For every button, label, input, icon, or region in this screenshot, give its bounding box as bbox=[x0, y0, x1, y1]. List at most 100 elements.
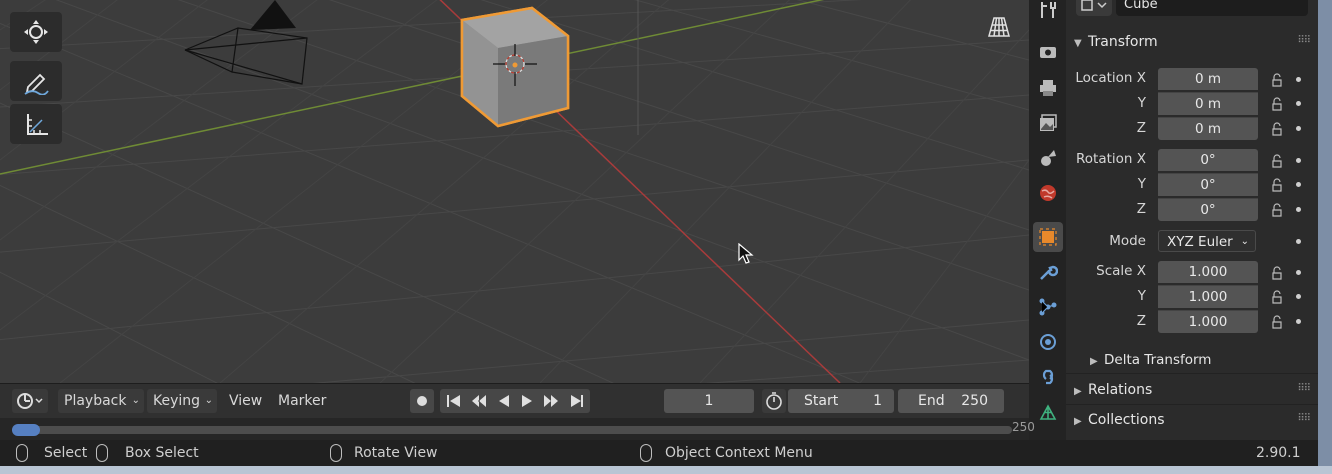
properties-panel: Cube ▼ Transform ⠿⠿ Location X 0 m Y 0 m … bbox=[1066, 0, 1318, 440]
keyframe-dot-icon[interactable] bbox=[1296, 101, 1301, 106]
rotation-x-label: Rotation X bbox=[1076, 151, 1146, 167]
collapsed-triangle-icon: ▶ bbox=[1074, 416, 1082, 427]
tab-data[interactable] bbox=[1033, 397, 1063, 427]
constraint-link-icon bbox=[1042, 369, 1054, 385]
tab-constraints[interactable] bbox=[1033, 362, 1063, 392]
lock-location-y-icon[interactable] bbox=[1270, 97, 1284, 111]
tab-scene[interactable] bbox=[1033, 143, 1063, 173]
tab-view-layer[interactable] bbox=[1033, 108, 1063, 138]
toggle-perspective-button[interactable] bbox=[982, 10, 1016, 44]
view-menu[interactable]: View bbox=[223, 389, 268, 413]
annotate-tool-button[interactable] bbox=[10, 61, 62, 101]
lock-rotation-y-icon[interactable] bbox=[1270, 178, 1284, 192]
rotation-y-field[interactable]: 0° bbox=[1158, 173, 1258, 196]
scale-x-field[interactable]: 1.000 bbox=[1158, 261, 1258, 283]
object-type-dropdown[interactable] bbox=[1076, 0, 1112, 16]
tab-render[interactable] bbox=[1033, 37, 1063, 67]
keyframe-dot-icon[interactable] bbox=[1296, 77, 1301, 82]
location-x-label: Location X bbox=[1075, 70, 1146, 86]
3d-viewport[interactable] bbox=[0, 0, 1029, 383]
drag-grip-icon[interactable]: ⠿⠿ bbox=[1297, 383, 1311, 394]
tab-object[interactable] bbox=[1033, 222, 1063, 252]
particles-icon bbox=[1039, 298, 1057, 316]
relations-header[interactable]: ▶ Relations bbox=[1074, 377, 1310, 403]
keyframe-dot-icon[interactable] bbox=[1296, 270, 1301, 275]
object-square-icon bbox=[1039, 228, 1057, 246]
editor-type-dropdown[interactable] bbox=[12, 389, 48, 413]
expanded-triangle-icon: ▼ bbox=[1074, 38, 1082, 49]
lock-scale-y-icon[interactable] bbox=[1270, 290, 1284, 304]
lock-rotation-x-icon[interactable] bbox=[1270, 154, 1284, 168]
mouse-right-icon bbox=[640, 444, 652, 462]
mouse-drag-icon bbox=[96, 444, 108, 462]
object-dropdown-icon bbox=[1081, 0, 1107, 11]
transform-section-header[interactable]: ▼ Transform bbox=[1074, 29, 1310, 55]
physics-orbit-icon bbox=[1040, 334, 1056, 350]
move-icon bbox=[24, 20, 48, 44]
playback-menu[interactable]: Playback ⌄ bbox=[58, 389, 144, 413]
playback-label: Playback bbox=[64, 393, 127, 409]
location-y-field[interactable]: 0 m bbox=[1158, 92, 1258, 115]
desktop-background bbox=[1318, 0, 1332, 474]
tab-particles[interactable] bbox=[1033, 292, 1063, 322]
lock-rotation-z-icon[interactable] bbox=[1270, 203, 1284, 217]
marker-menu[interactable]: Marker bbox=[272, 389, 332, 413]
tab-modifiers[interactable] bbox=[1033, 257, 1063, 287]
lock-scale-x-icon[interactable] bbox=[1270, 266, 1284, 280]
version-label: 2.90.1 bbox=[1256, 445, 1301, 461]
play-reverse-icon bbox=[499, 395, 509, 407]
status-context-menu: Object Context Menu bbox=[665, 445, 813, 461]
keyframe-dot-icon[interactable] bbox=[1296, 158, 1301, 163]
prev-keyframe-icon bbox=[472, 395, 486, 407]
scrub-track[interactable] bbox=[12, 426, 1012, 434]
end-label: End bbox=[918, 393, 945, 409]
lock-location-x-icon[interactable] bbox=[1270, 73, 1284, 87]
location-x-field[interactable]: 0 m bbox=[1158, 68, 1258, 90]
tab-world[interactable] bbox=[1033, 178, 1063, 208]
keyframe-dot-icon[interactable] bbox=[1296, 207, 1301, 212]
keyframe-dot-icon[interactable] bbox=[1296, 126, 1301, 131]
divider bbox=[1066, 373, 1318, 374]
tab-physics[interactable] bbox=[1033, 327, 1063, 357]
delta-transform-label: Delta Transform bbox=[1104, 352, 1212, 368]
keyframe-dot-icon[interactable] bbox=[1296, 182, 1301, 187]
tab-output[interactable] bbox=[1033, 73, 1063, 103]
scene-icon bbox=[1041, 150, 1056, 166]
rotation-mode-select[interactable]: XYZ Euler ⌄ bbox=[1158, 230, 1256, 252]
start-label: Start bbox=[804, 393, 839, 409]
keyframe-dot-icon[interactable] bbox=[1296, 319, 1301, 324]
scale-z-field[interactable]: 1.000 bbox=[1158, 310, 1258, 333]
ruler-icon bbox=[27, 114, 48, 135]
start-frame-field[interactable]: Start 1 bbox=[788, 389, 894, 413]
lock-scale-z-icon[interactable] bbox=[1270, 315, 1284, 329]
location-y-label: Y bbox=[1137, 95, 1146, 111]
drag-grip-icon[interactable]: ⠿⠿ bbox=[1297, 413, 1311, 424]
keying-menu[interactable]: Keying ⌄ bbox=[147, 389, 217, 413]
measure-tool-button[interactable] bbox=[10, 104, 62, 144]
mouse-middle-icon bbox=[330, 444, 342, 462]
preview-range-toggle[interactable] bbox=[762, 389, 786, 413]
record-icon bbox=[417, 396, 427, 406]
end-frame-field[interactable]: End 250 bbox=[898, 389, 1004, 413]
keying-label: Keying bbox=[153, 393, 201, 409]
scale-y-field[interactable]: 1.000 bbox=[1158, 285, 1258, 308]
drag-grip-icon[interactable]: ⠿⠿ bbox=[1297, 35, 1311, 46]
collections-header[interactable]: ▶ Collections bbox=[1074, 407, 1310, 433]
status-select: Select bbox=[44, 445, 88, 461]
rotation-z-field[interactable]: 0° bbox=[1158, 198, 1258, 221]
current-frame-field[interactable]: 1 bbox=[664, 389, 754, 413]
delta-transform-header[interactable]: ▶ Delta Transform bbox=[1090, 347, 1326, 373]
location-z-field[interactable]: 0 m bbox=[1158, 117, 1258, 140]
tab-tool[interactable] bbox=[1033, 0, 1063, 25]
playhead-handle[interactable] bbox=[12, 424, 40, 436]
move-tool-button[interactable] bbox=[10, 12, 62, 52]
play-icon bbox=[522, 395, 532, 407]
keyframe-dot-icon[interactable] bbox=[1296, 239, 1301, 244]
record-button[interactable] bbox=[410, 389, 434, 413]
rotation-x-field[interactable]: 0° bbox=[1158, 149, 1258, 171]
timeline-scrubber[interactable]: 250 bbox=[0, 418, 1035, 440]
keyframe-dot-icon[interactable] bbox=[1296, 294, 1301, 299]
lock-location-z-icon[interactable] bbox=[1270, 122, 1284, 136]
object-name-field[interactable]: Cube bbox=[1116, 0, 1308, 16]
jump-end-icon bbox=[571, 395, 583, 407]
